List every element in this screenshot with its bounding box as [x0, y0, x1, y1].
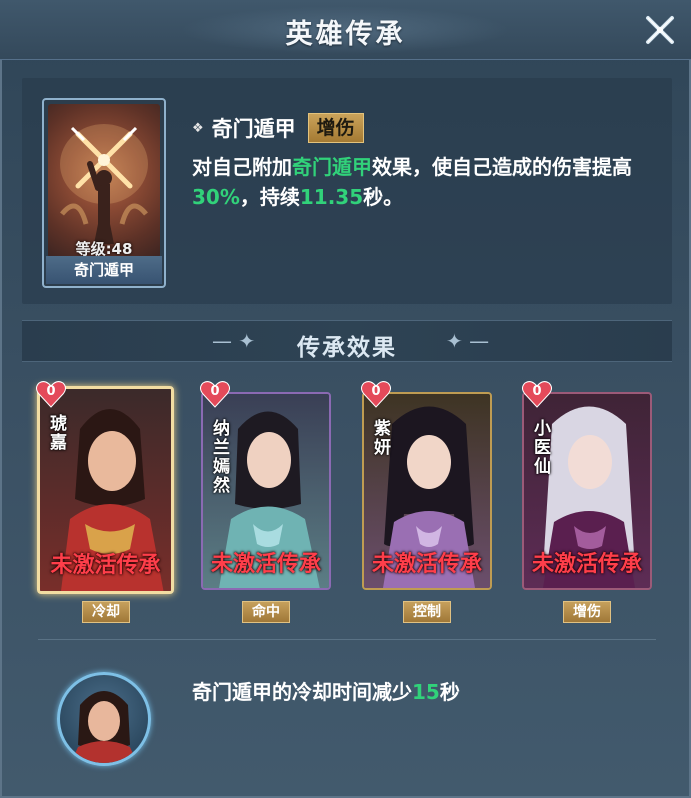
- heart-badge: 0: [361, 380, 391, 408]
- effects-section-header: — ✦ 传承效果 ✦ —: [22, 320, 672, 362]
- header-bar: 英雄传承: [0, 0, 691, 60]
- close-x-icon: [646, 16, 674, 44]
- desc-skill-ref: 奇门遁甲: [292, 155, 372, 179]
- diamond-bullet-icon: ❖: [192, 120, 204, 136]
- crossed-swords-icon: [60, 124, 148, 244]
- desc-text-2: 效果，使自己造成的伤害提高: [372, 155, 632, 179]
- heart-badge: 0: [200, 380, 230, 408]
- legacy-effect-description: 奇门遁甲的冷却时间减少15秒: [192, 676, 460, 705]
- divider: [38, 639, 656, 640]
- effect-text-1: 奇门遁甲的冷却时间减少: [192, 680, 412, 704]
- hero-name: 纳兰嫣然: [213, 419, 230, 496]
- heart-count: 0: [210, 384, 220, 399]
- heart-badge: 0: [522, 380, 552, 408]
- skill-art: [48, 104, 160, 258]
- attr-tag: 命中: [242, 601, 290, 623]
- hero-name: 琥嘉: [50, 414, 67, 453]
- hero-status: 未激活传承: [210, 552, 321, 577]
- desc-text-1: 对自己附加: [192, 155, 292, 179]
- hero-avatar-portrait: [70, 691, 138, 763]
- skill-card[interactable]: 等级:48 奇门遁甲: [42, 98, 166, 288]
- page-title: 英雄传承: [285, 19, 406, 50]
- hero-name: 紫妍: [374, 419, 391, 458]
- effect-text-2: 秒: [439, 680, 460, 704]
- attr-tag: 控制: [403, 601, 451, 623]
- close-button[interactable]: [640, 10, 680, 50]
- attr-tag: 增伤: [563, 601, 611, 623]
- attr-tag: 冷却: [82, 601, 130, 623]
- hero-card-nalan-yanran[interactable]: 纳兰嫣然 未激活传承: [201, 392, 331, 590]
- desc-text-3: ，持续: [239, 185, 300, 209]
- effect-value: 15: [412, 680, 440, 704]
- heart-badge: 0: [36, 380, 66, 408]
- hero-status: 未激活传承: [531, 552, 642, 577]
- avatar: [57, 672, 151, 766]
- effects-title: 传承效果: [297, 335, 397, 361]
- skill-name: 奇门遁甲: [211, 117, 296, 141]
- skill-title-row: ❖ 奇门遁甲 增伤: [192, 112, 364, 144]
- skill-description: 对自己附加奇门遁甲效果，使自己造成的伤害提高 30%，持续11.35秒。: [192, 152, 662, 212]
- heart-count: 0: [46, 384, 56, 399]
- desc-percent: 30%: [192, 185, 240, 209]
- heart-count: 0: [532, 384, 542, 399]
- hero-status: 未激活传承: [50, 553, 161, 578]
- hero-name: 小医仙: [534, 419, 551, 477]
- sparkle-right-icon: ✦ —: [446, 329, 490, 353]
- desc-duration: 11.35: [299, 185, 364, 209]
- heart-count: 0: [371, 384, 381, 399]
- hero-card-hujia[interactable]: 琥嘉 未激活传承: [37, 386, 174, 594]
- hero-card-ziyan[interactable]: 紫妍 未激活传承: [362, 392, 492, 590]
- skill-tag-badge: 增伤: [307, 113, 364, 143]
- hero-status: 未激活传承: [371, 552, 482, 577]
- skill-card-name: 奇门遁甲: [46, 256, 162, 284]
- hero-card-xiao-yixian[interactable]: 小医仙 未激活传承: [522, 392, 652, 590]
- desc-text-4: 秒。: [363, 185, 404, 209]
